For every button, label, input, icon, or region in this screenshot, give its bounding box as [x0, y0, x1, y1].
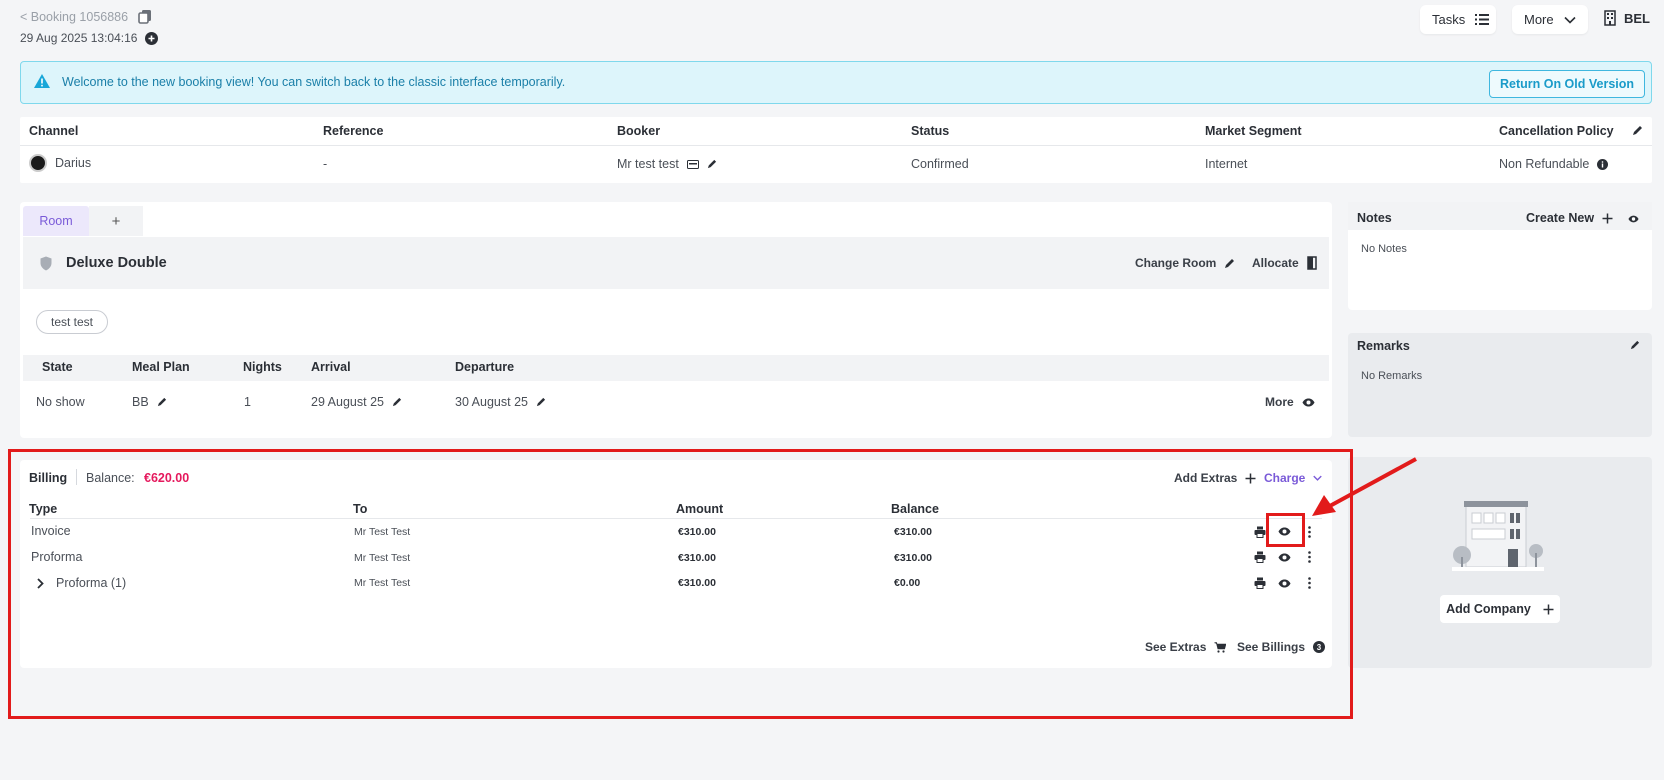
create-note-label: Create New: [1526, 211, 1595, 225]
channel-name: Darius: [55, 156, 92, 170]
cancellation-policy-value: Non Refundable: [1499, 157, 1590, 171]
summary-divider: [20, 145, 1652, 146]
add-circle-icon[interactable]: [145, 31, 159, 45]
edit-remarks-icon[interactable]: [1630, 340, 1640, 350]
booking-back-label[interactable]: < Booking 1056886: [20, 10, 128, 24]
pencil-icon: [1224, 258, 1235, 269]
summary-header-reference: Reference: [323, 124, 384, 138]
allocate-button[interactable]: Allocate: [1252, 256, 1317, 270]
tasks-label: Tasks: [1432, 12, 1466, 27]
banner-message: Welcome to the new booking view! You can…: [62, 75, 566, 89]
guest-chip[interactable]: test test: [36, 310, 108, 334]
property-selector[interactable]: BEL: [1604, 10, 1650, 26]
summary-header-status: Status: [911, 124, 950, 138]
timestamp-text: 29 Aug 2025 13:04:16: [20, 31, 138, 45]
change-room-label: Change Room: [1135, 256, 1217, 270]
edit-booker-icon[interactable]: [707, 159, 717, 169]
meal-plan-value: BB: [132, 395, 149, 409]
nights-value: 1: [244, 395, 251, 409]
booking-summary-table: [20, 117, 1652, 183]
arrival-value: 29 August 25: [311, 395, 384, 409]
arrival-cell: 29 August 25: [311, 395, 402, 409]
stay-header-nights: Nights: [243, 360, 282, 374]
warning-icon: [33, 73, 51, 89]
edit-arrival-icon[interactable]: [392, 397, 402, 407]
room-type-title: Deluxe Double: [66, 255, 167, 271]
eye-icon: [1302, 398, 1315, 407]
allocate-label: Allocate: [1252, 256, 1299, 270]
notes-eye-icon[interactable]: [1628, 215, 1639, 223]
add-room-tab[interactable]: +: [89, 206, 143, 236]
summary-header-cancellation-policy: Cancellation Policy: [1499, 124, 1614, 138]
more-dropdown-button[interactable]: More: [1512, 5, 1588, 34]
notes-empty-text: No Notes: [1361, 243, 1407, 255]
chevron-down-icon: [1564, 16, 1576, 24]
channel-cell: Darius: [29, 154, 91, 172]
plus-icon: [1602, 213, 1613, 224]
billing-highlight-box: [8, 449, 1353, 719]
summary-header-market-segment: Market Segment: [1205, 124, 1302, 138]
reference-value: -: [323, 157, 328, 171]
booking-timestamp: 29 Aug 2025 13:04:16: [20, 31, 159, 45]
status-value: Confirmed: [911, 157, 969, 171]
notes-title: Notes: [1357, 211, 1392, 225]
list-icon: [1475, 14, 1490, 25]
info-icon[interactable]: [1597, 158, 1609, 170]
room-more-button[interactable]: More: [1265, 395, 1315, 409]
summary-header-channel: Channel: [29, 124, 79, 138]
back-to-booking-link[interactable]: < Booking 1056886: [20, 9, 152, 24]
building-illustration-icon: [1452, 501, 1544, 573]
summary-header-booker: Booker: [617, 124, 661, 138]
room-header: [23, 237, 1329, 289]
cancellation-policy-cell: Non Refundable: [1499, 157, 1609, 171]
return-old-version-button[interactable]: Return On Old Version: [1489, 70, 1645, 98]
add-company-label: Add Company: [1446, 602, 1531, 616]
building-icon: [1604, 10, 1616, 26]
eye-button-highlight-box: [1266, 513, 1305, 547]
more-label: More: [1524, 12, 1554, 27]
property-code: BEL: [1624, 10, 1650, 26]
stay-state-value: No show: [36, 395, 85, 409]
remarks-empty-text: No Remarks: [1361, 370, 1423, 382]
stay-header-state: State: [42, 360, 73, 374]
stay-table-header: [23, 355, 1329, 381]
stay-header-departure: Departure: [455, 360, 515, 374]
tasks-button[interactable]: Tasks: [1420, 5, 1496, 34]
stay-header-arrival: Arrival: [311, 360, 351, 374]
add-company-button[interactable]: Add Company: [1440, 595, 1560, 623]
annotation-arrow-icon: [1310, 457, 1420, 519]
booker-name[interactable]: Mr test test: [617, 157, 679, 171]
create-note-button[interactable]: Create New: [1526, 211, 1613, 225]
door-icon: [1306, 256, 1317, 270]
departure-value: 30 August 25: [455, 395, 528, 409]
copy-icon[interactable]: [138, 9, 152, 24]
stay-header-meal-plan: Meal Plan: [132, 360, 190, 374]
tab-room[interactable]: Room: [23, 206, 89, 236]
remarks-title: Remarks: [1357, 339, 1410, 353]
room-shield-icon: [40, 256, 52, 271]
edit-departure-icon[interactable]: [536, 397, 546, 407]
change-room-button[interactable]: Change Room: [1135, 256, 1235, 270]
id-card-icon[interactable]: [686, 159, 699, 169]
room-more-label: More: [1265, 395, 1294, 409]
channel-avatar: [29, 154, 47, 172]
departure-cell: 30 August 25: [455, 395, 546, 409]
market-segment-value: Internet: [1205, 157, 1248, 171]
meal-plan-cell: BB: [132, 395, 167, 409]
edit-policy-icon[interactable]: [1632, 125, 1643, 136]
plus-icon: [1543, 604, 1554, 615]
booker-cell: Mr test test: [617, 157, 717, 171]
edit-meal-plan-icon[interactable]: [157, 397, 167, 407]
